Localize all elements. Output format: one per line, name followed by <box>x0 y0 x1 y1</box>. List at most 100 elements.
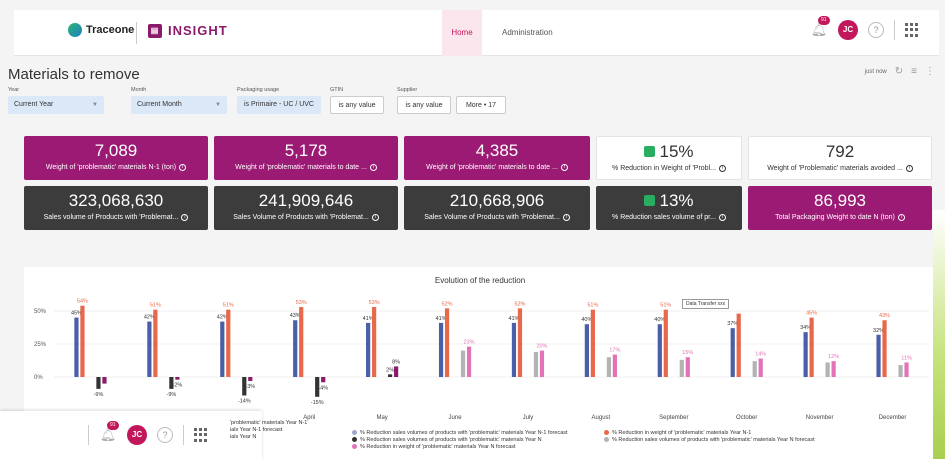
info-icon[interactable]: i <box>905 164 913 172</box>
data-label: 8% <box>392 359 400 365</box>
overlay-header-actions: 🔔︎ 91 JC ? <box>88 421 208 445</box>
kpi-card[interactable]: 5,178 Weight of 'problematic' materials … <box>214 136 398 180</box>
nav-tab-administration[interactable]: Administration <box>502 10 553 56</box>
legend-item[interactable]: % Reduction in weight of 'problematic' m… <box>604 430 815 437</box>
info-icon[interactable]: i <box>179 163 187 171</box>
data-label: 53% <box>369 300 380 306</box>
kpi-value: 13% <box>659 191 694 210</box>
filter-month-dropdown[interactable]: Current Month ▼ <box>131 96 227 114</box>
chart-bar <box>372 307 377 377</box>
chart-bar <box>517 308 523 377</box>
brand-name: Traceone <box>86 24 135 36</box>
kpi-label: % Reduction in Weight of 'Probl... <box>612 165 716 172</box>
info-icon[interactable]: i <box>897 213 905 221</box>
chart-bar <box>153 309 158 377</box>
info-icon[interactable]: i <box>181 213 189 221</box>
notifications-bell-icon[interactable]: 🔔︎ 91 <box>810 16 830 40</box>
chart-bar <box>444 308 450 377</box>
chart-bar <box>876 334 881 377</box>
page-title: Materials to remove <box>8 66 140 83</box>
legend-column-1: 'problematic' materials Year N-1 ials Ye… <box>230 420 307 441</box>
legend-item[interactable]: ials Year N-1 forecast <box>230 427 307 434</box>
kpi-value: 323,068,630 <box>68 191 164 210</box>
legend-item[interactable]: % Reduction sales volumes of products wi… <box>352 430 568 437</box>
filter-packaging-chip[interactable]: is Primaire - UC / UVC <box>237 96 321 114</box>
filter-year: Year Current Year ▼ <box>8 87 104 114</box>
chart-bar <box>96 377 101 389</box>
filter-supplier-chip[interactable]: is any value <box>397 96 451 114</box>
x-tick-label: July <box>523 415 534 421</box>
data-label: 51% <box>587 303 598 309</box>
chart-bar <box>438 322 444 377</box>
kpi-label: Total Packaging Weight to date N (ton) <box>775 214 895 221</box>
info-icon[interactable]: i <box>560 163 568 171</box>
chart-tooltip: Data Transfer xxx <box>682 299 730 309</box>
decorative-edge <box>933 210 945 459</box>
legend-item[interactable]: 'problematic' materials Year N-1 <box>230 420 307 427</box>
info-icon[interactable]: i <box>371 213 379 221</box>
more-filters-button[interactable]: More • 17 <box>456 96 506 114</box>
chart-bar <box>736 313 741 377</box>
chart-bar <box>752 361 757 377</box>
user-avatar[interactable]: JC <box>127 425 147 445</box>
refresh-icon[interactable]: ↻ <box>895 66 903 77</box>
app-launcher-grid-icon[interactable] <box>194 428 208 442</box>
info-icon[interactable]: i <box>369 163 377 171</box>
notifications-bell-icon[interactable]: 🔔︎ 91 <box>99 421 119 445</box>
header-divider <box>894 20 895 40</box>
kpi-card[interactable]: 4,385 Weight of 'problematic' materials … <box>404 136 590 180</box>
filter-gtin-chip[interactable]: is any value <box>330 96 384 114</box>
chart-bar <box>511 322 517 377</box>
kpi-value: 7,089 <box>94 141 138 160</box>
kpi-card[interactable]: 210,668,906 Sales Volume of Products wit… <box>404 186 590 230</box>
kpi-label: % Reduction sales volume of pr... <box>612 214 716 221</box>
top-bar: Traceone ▤ INSIGHT Home Administration 🔔… <box>14 10 939 56</box>
chart-bar <box>882 320 887 377</box>
info-icon[interactable]: i <box>562 213 570 221</box>
data-label: 51% <box>223 303 234 309</box>
header-divider <box>183 425 184 445</box>
data-label: 54% <box>77 299 88 305</box>
kpi-card[interactable]: 792 Weight of 'Problematic' materials av… <box>748 136 932 180</box>
data-label: -3% <box>245 384 255 390</box>
data-label: 14% <box>755 352 766 358</box>
help-icon[interactable]: ? <box>868 22 884 38</box>
traceone-logo[interactable]: Traceone <box>68 23 134 37</box>
filter-icon[interactable]: ≡ <box>911 66 917 77</box>
data-label: -4% <box>318 385 328 391</box>
insight-app-logo[interactable]: ▤ INSIGHT <box>148 23 228 38</box>
help-icon[interactable]: ? <box>157 427 173 443</box>
x-tick-label: June <box>449 415 463 421</box>
kpi-card[interactable]: 7,089 Weight of 'problematic' materials … <box>24 136 208 180</box>
data-label: 51% <box>150 303 161 309</box>
chart-bar <box>220 321 225 377</box>
legend-item[interactable]: ials Year N <box>230 434 307 441</box>
info-icon[interactable]: i <box>718 164 726 172</box>
kpi-card[interactable]: 86,993 Total Packaging Weight to date N … <box>748 186 932 230</box>
legend-item[interactable]: % Reduction in weight of 'problematic' m… <box>352 444 568 451</box>
kpi-card[interactable]: 15% % Reduction in Weight of 'Probl... i <box>596 136 742 180</box>
kpi-card[interactable]: 241,909,646 Sales Volume of Products wit… <box>214 186 398 230</box>
data-label: 43% <box>879 313 890 319</box>
x-tick-label: May <box>376 415 387 421</box>
legend-item[interactable]: % Reduction sales volumes of products wi… <box>352 437 568 444</box>
kpi-card[interactable]: 13% % Reduction sales volume of pr... i <box>596 186 742 230</box>
filter-month-label: Month <box>131 87 147 93</box>
chart-bar <box>299 307 304 377</box>
app-launcher-grid-icon[interactable] <box>905 23 919 37</box>
data-label: 45% <box>806 311 817 317</box>
data-label: 53% <box>296 300 307 306</box>
chart-bar <box>657 324 662 377</box>
legend-item[interactable]: % Reduction sales volumes of products wi… <box>604 437 815 444</box>
user-avatar[interactable]: JC <box>838 20 858 40</box>
more-menu-icon[interactable]: ⋮ <box>925 66 935 77</box>
traceone-logo-icon <box>68 23 82 37</box>
info-icon[interactable]: i <box>718 213 726 221</box>
filter-year-dropdown[interactable]: Current Year ▼ <box>8 96 104 114</box>
nav-tab-home[interactable]: Home <box>442 10 482 56</box>
dashboard-tools: just now ↻ ≡ ⋮ <box>865 66 935 77</box>
kpi-card[interactable]: 323,068,630 Sales volume of Products wit… <box>24 186 208 230</box>
data-label: -15% <box>311 400 324 406</box>
y-tick-label: 50% <box>34 309 47 315</box>
kpi-value: 86,993 <box>814 191 866 210</box>
